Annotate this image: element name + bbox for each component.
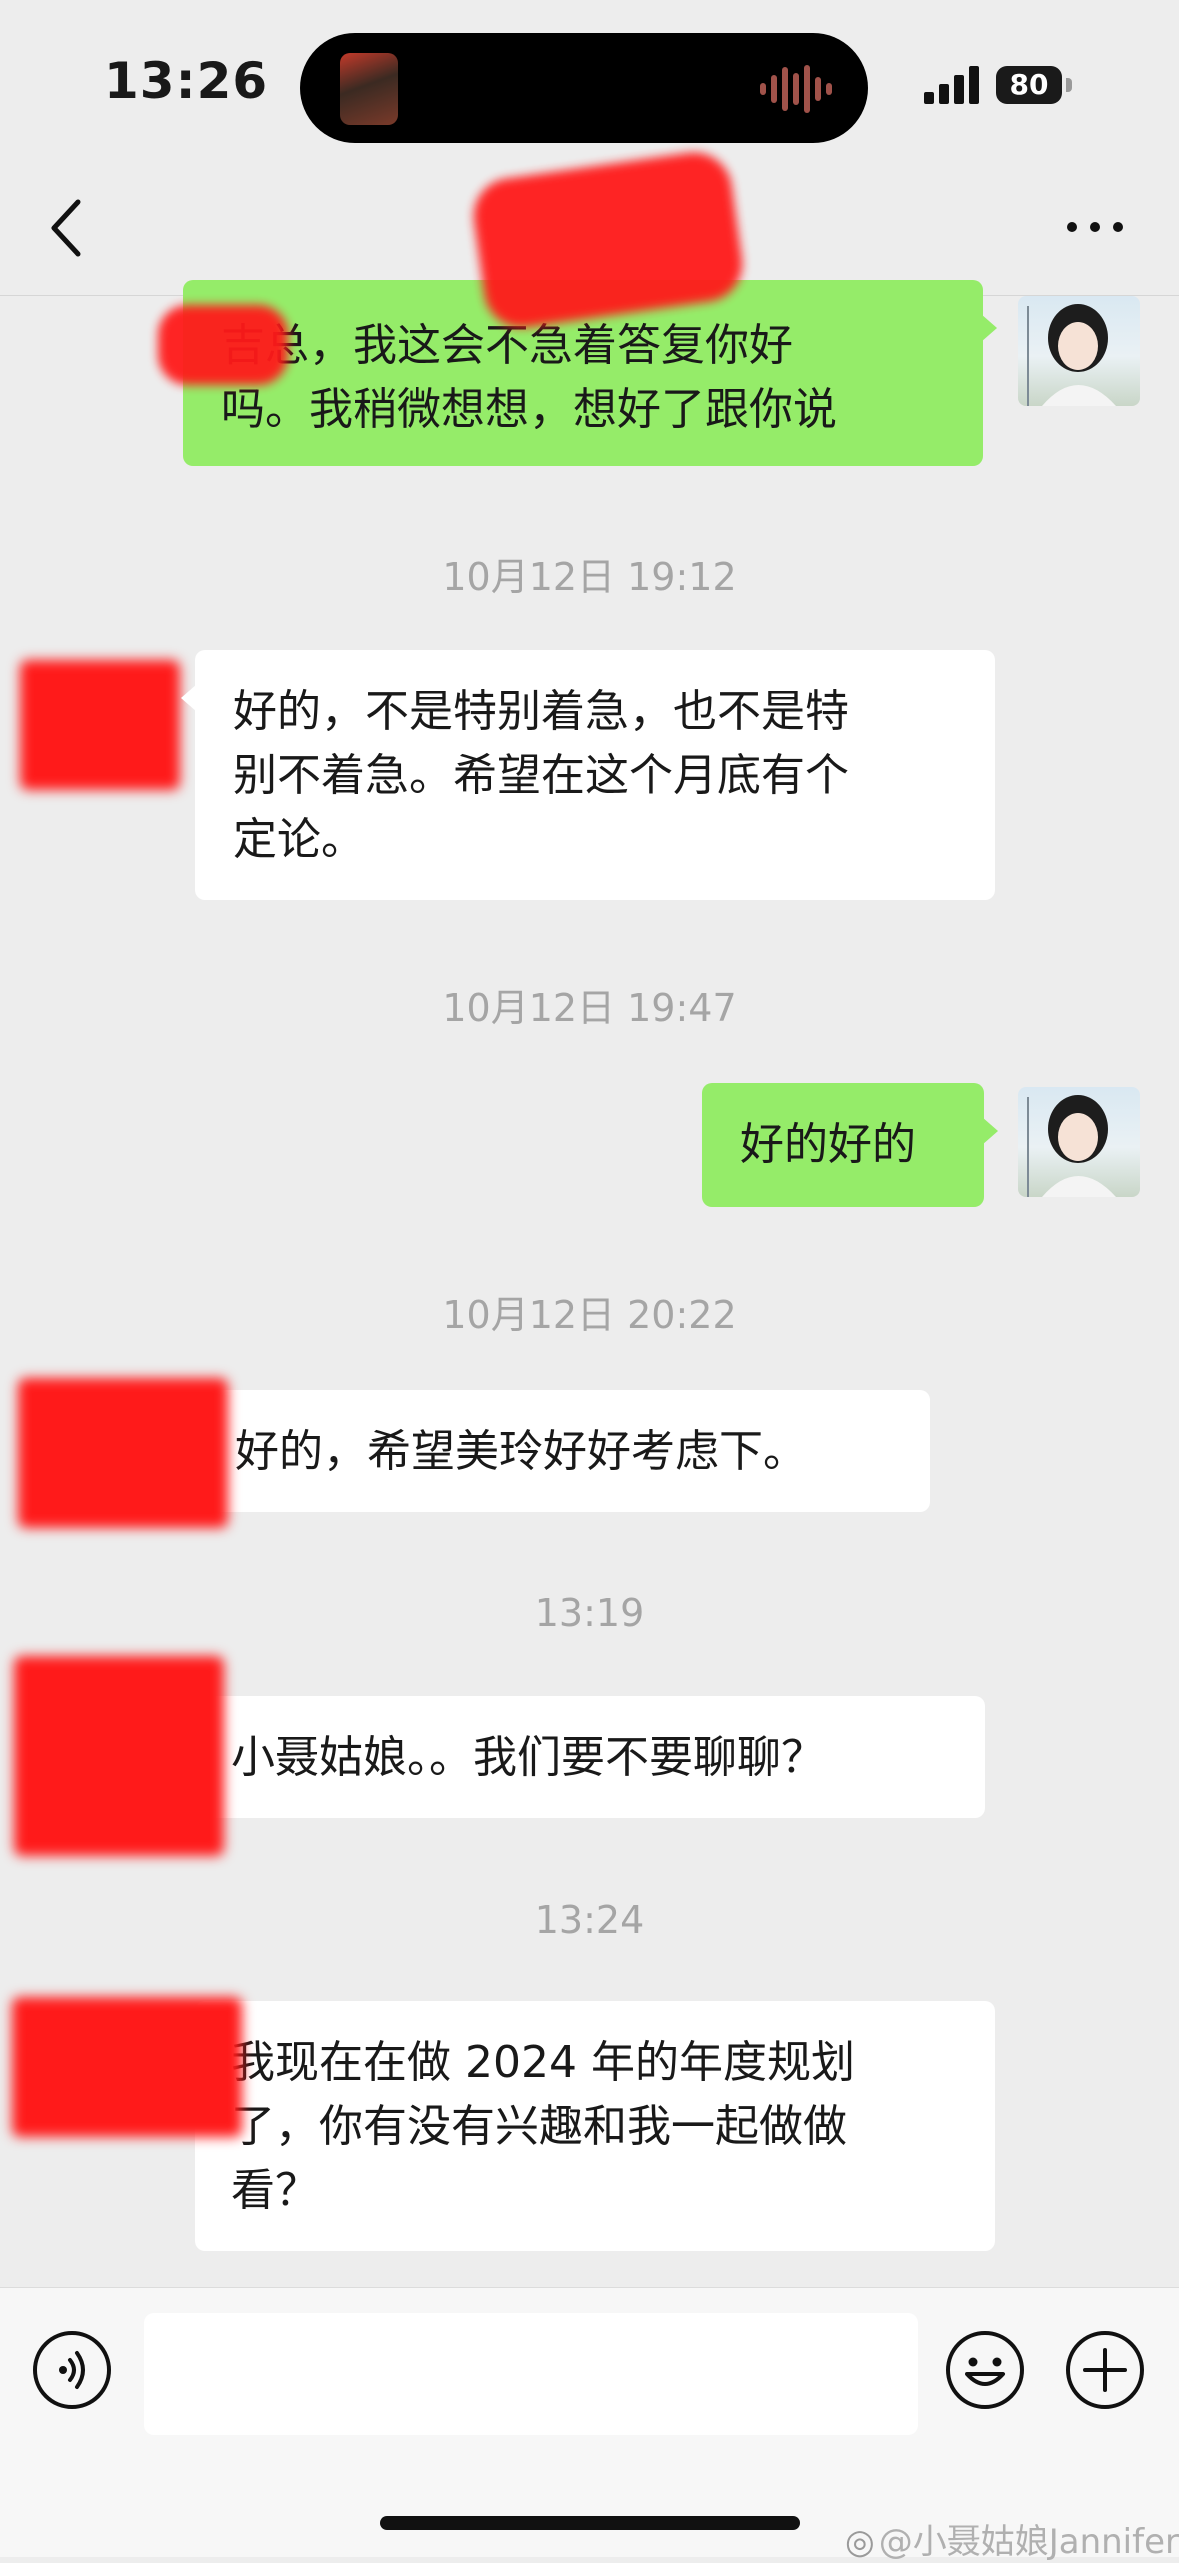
status-bar: 13:26 80 xyxy=(0,0,1179,170)
timestamp: 13:19 xyxy=(534,1591,645,1635)
home-indicator[interactable] xyxy=(380,2516,800,2530)
battery-level: 80 xyxy=(996,66,1062,104)
message-bubble-received[interactable]: 小聂姑娘。。我们要不要聊聊？ xyxy=(181,1696,985,1818)
watermark-text: @小聂姑娘Jannifer xyxy=(878,2522,1179,2562)
message-bubble-sent[interactable]: 好的好的 xyxy=(702,1083,998,1207)
message-row: 好的好的 xyxy=(0,1083,1179,1207)
message-bubble-received[interactable]: 我现在在做 2024 年的年度规划 了，你有没有兴趣和我一起做做 看？ xyxy=(181,2001,995,2251)
dynamic-island[interactable] xyxy=(300,33,868,143)
message-row: 好的，希望美玲好好考虑下。 xyxy=(0,1378,1179,1528)
contact-avatar[interactable] xyxy=(14,1656,224,1856)
voice-icon[interactable] xyxy=(32,2330,112,2410)
contact-avatar[interactable] xyxy=(12,1997,242,2137)
audio-waveform-icon xyxy=(760,65,832,113)
status-time: 13:26 xyxy=(104,52,269,110)
avatar-portrait-icon xyxy=(1027,304,1116,406)
my-avatar[interactable] xyxy=(1018,1087,1140,1197)
message-row: 我现在在做 2024 年的年度规划 了，你有没有兴趣和我一起做做 看？ xyxy=(0,1997,1179,2251)
message-bubble-received[interactable]: 好的，希望美玲好好考虑下。 xyxy=(181,1390,930,1512)
cellular-signal-icon xyxy=(924,66,979,104)
avatar-portrait-icon xyxy=(1027,1095,1116,1197)
message-row: 好的，不是特别着急，也不是特 别不着急。希望在这个月底有个 定论。 xyxy=(0,650,1179,900)
message-row: 小聂姑娘。。我们要不要聊聊？ xyxy=(0,1656,1179,1856)
contact-avatar[interactable] xyxy=(18,1378,228,1528)
input-bar: ◎ @小聂姑娘Jannifer xyxy=(0,2287,1179,2562)
plus-icon[interactable] xyxy=(1065,2330,1145,2410)
message-input[interactable] xyxy=(144,2313,918,2435)
emoji-icon[interactable] xyxy=(945,2330,1025,2410)
battery-tip xyxy=(1066,78,1072,92)
timestamp: 10月12日 19:12 xyxy=(442,555,737,599)
timestamp: 10月12日 19:47 xyxy=(442,986,737,1030)
weibo-logo-icon: ◎ xyxy=(845,2522,875,2562)
redaction-mark xyxy=(158,305,288,385)
ellipsis-icon[interactable] xyxy=(1060,202,1130,252)
timestamp: 10月12日 20:22 xyxy=(442,1293,737,1337)
chevron-left-icon[interactable] xyxy=(40,192,96,264)
message-bubble-received[interactable]: 好的，不是特别着急，也不是特 别不着急。希望在这个月底有个 定论。 xyxy=(181,650,995,900)
contact-avatar[interactable] xyxy=(20,660,180,790)
now-playing-thumbnail xyxy=(340,53,398,125)
my-avatar[interactable] xyxy=(1018,296,1140,406)
battery-indicator: 80 xyxy=(996,66,1076,104)
timestamp: 13:24 xyxy=(534,1898,645,1942)
